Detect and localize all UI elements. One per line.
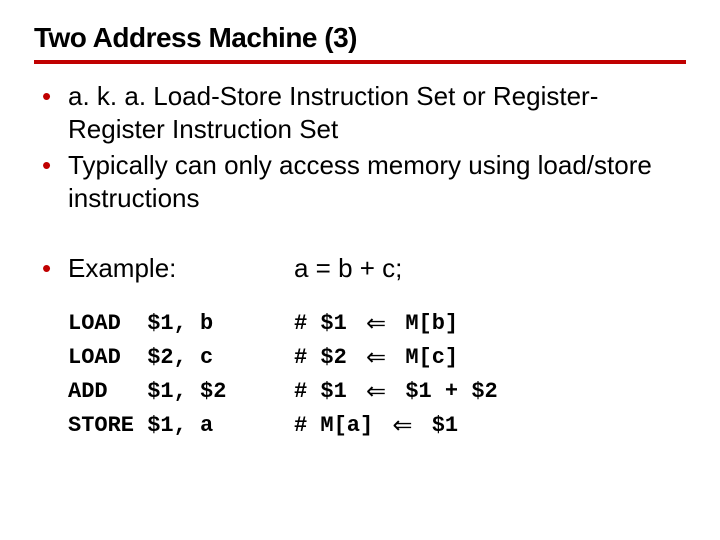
example-bullet: Example: a = b + c;: [34, 252, 686, 285]
code-args: $1, $2: [147, 379, 226, 404]
comment-pre: # $1: [294, 307, 360, 341]
spacer: [34, 218, 686, 252]
left-arrow-icon: ⇐: [360, 346, 392, 370]
comment-pre: # $1: [294, 375, 360, 409]
comment-pre: # $2: [294, 341, 360, 375]
bullet-list: a. k. a. Load-Store Instruction Set or R…: [34, 80, 686, 214]
code-instruction: LOAD $2, c: [68, 341, 294, 375]
code-op: STORE: [68, 413, 134, 438]
example-label: Example:: [68, 252, 294, 285]
slide-title: Two Address Machine (3): [34, 22, 686, 64]
code-comment: # $2 ⇐ M[c]: [294, 341, 686, 375]
code-comment: # $1 ⇐ $1 + $2: [294, 375, 686, 409]
code-row: LOAD $2, c # $2 ⇐ M[c]: [68, 341, 686, 375]
code-row: STORE $1, a # M[a] ⇐ $1: [68, 409, 686, 443]
comment-post: $1: [419, 409, 459, 443]
code-args: $2, c: [147, 345, 213, 370]
code-comment: # $1 ⇐ M[b]: [294, 307, 686, 341]
code-op: ADD: [68, 379, 108, 404]
code-comment: # M[a] ⇐ $1: [294, 409, 686, 443]
left-arrow-icon: ⇐: [360, 380, 392, 404]
code-args: $1, b: [147, 311, 213, 336]
bullet-item: a. k. a. Load-Store Instruction Set or R…: [34, 80, 686, 145]
left-arrow-icon: ⇐: [360, 312, 392, 336]
comment-pre: # M[a]: [294, 409, 386, 443]
code-op: LOAD: [68, 311, 121, 336]
example-expression: a = b + c;: [294, 252, 686, 285]
code-instruction: STORE $1, a: [68, 409, 294, 443]
slide: Two Address Machine (3) a. k. a. Load-St…: [0, 0, 720, 443]
code-row: LOAD $1, b # $1 ⇐ M[b]: [68, 307, 686, 341]
code-instruction: ADD $1, $2: [68, 375, 294, 409]
bullet-item: Typically can only access memory using l…: [34, 149, 686, 214]
code-instruction: LOAD $1, b: [68, 307, 294, 341]
code-op: LOAD: [68, 345, 121, 370]
comment-post: $1 + $2: [392, 375, 498, 409]
comment-post: M[c]: [392, 341, 458, 375]
comment-post: M[b]: [392, 307, 458, 341]
code-block: LOAD $1, b # $1 ⇐ M[b] LOAD $2, c # $2 ⇐…: [34, 307, 686, 443]
left-arrow-icon: ⇐: [386, 414, 418, 438]
code-row: ADD $1, $2 # $1 ⇐ $1 + $2: [68, 375, 686, 409]
code-args: $1, a: [147, 413, 213, 438]
